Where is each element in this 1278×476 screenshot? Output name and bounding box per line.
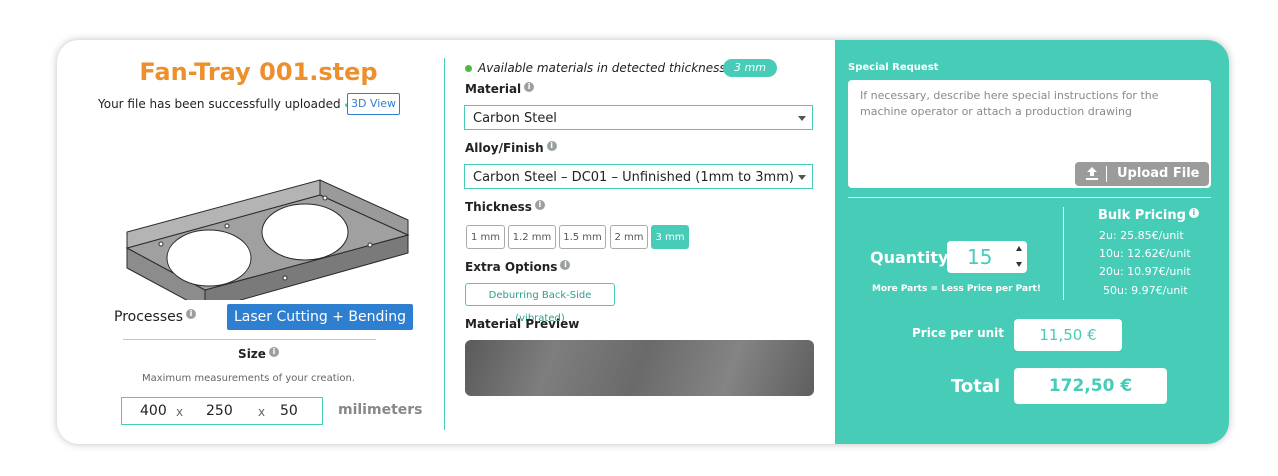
mount-hole (158, 241, 164, 247)
quantity-label: Quantity (870, 248, 949, 267)
bulk-tier: 10u: 12.62€/unit (1099, 247, 1191, 260)
unit-label: milimeters (338, 402, 423, 418)
quantity-stepper[interactable]: 15 (947, 241, 1027, 273)
info-icon[interactable]: i (268, 347, 279, 357)
special-request-placeholder: If necessary, describe here special inst… (860, 89, 1159, 118)
process-button[interactable]: Laser Cutting + Bending (227, 304, 413, 330)
thickness-label-wrap: Thickness i (465, 200, 545, 214)
configurator-card: Fan-Tray 001.step Your file has been suc… (57, 40, 1229, 444)
thickness-option[interactable]: 1.2 mm (508, 225, 556, 249)
size-label: Size (238, 347, 266, 361)
mount-hole (224, 223, 230, 229)
file-title: Fan-Tray 001.step (139, 58, 378, 86)
fan-hole-right (261, 203, 349, 261)
material-label: Material (465, 82, 522, 96)
mount-hole (282, 275, 288, 281)
upload-file-button[interactable]: Upload File (1075, 162, 1209, 186)
fan-hole-left (166, 229, 252, 287)
dropdown-caret-icon (798, 175, 806, 180)
info-icon[interactable]: i (1188, 208, 1199, 218)
deburring-option-button[interactable]: Deburring Back-Side (vibrated) (465, 283, 615, 324)
material-preview-image (465, 340, 814, 396)
thickness-option[interactable]: 1 mm (466, 225, 505, 249)
size-x-value[interactable]: 400 (140, 403, 167, 419)
3d-view-button[interactable]: 3D View (347, 93, 400, 115)
upload-status-text: Your file has been successfully uploaded (98, 97, 341, 111)
special-request-label: Special Request (848, 62, 939, 73)
part-3d-preview[interactable] (115, 120, 415, 300)
divider (123, 339, 376, 340)
extra-label-wrap: Extra Options i (465, 260, 571, 274)
price-per-unit-value: 11,50 € (1014, 319, 1122, 351)
alloy-label: Alloy/Finish (465, 141, 544, 155)
size-subtitle: Maximum measurements of your creation. (141, 373, 356, 384)
size-z-value[interactable]: 50 (280, 403, 298, 419)
total-value: 172,50 € (1014, 368, 1167, 404)
mount-hole (322, 195, 328, 201)
size-heading: Size i (57, 347, 460, 361)
price-per-unit-label: Price per unit (912, 326, 1005, 340)
alloy-select[interactable]: Carbon Steel – DC01 – Unfinished (1mm to… (464, 164, 813, 189)
more-parts-note: More Parts = Less Price per Part! (872, 284, 1041, 294)
material-select[interactable]: Carbon Steel (464, 105, 813, 130)
available-text: Available materials in detected thicknes… (478, 61, 742, 75)
dimension-separator: x (176, 405, 184, 419)
material-label-wrap: Material i (465, 82, 535, 96)
dimension-separator: x (258, 405, 266, 419)
bulk-pricing-title-wrap: Bulk Pricing i (1098, 208, 1199, 223)
mount-hole (367, 242, 373, 248)
thickness-option[interactable]: 2 mm (610, 225, 648, 249)
bulk-tier: 20u: 10.97€/unit (1099, 265, 1191, 278)
bulk-pricing-title: Bulk Pricing (1098, 208, 1186, 223)
processes-label-wrap: Processes i (114, 309, 197, 325)
size-y-value[interactable]: 250 (206, 403, 233, 419)
extra-options-label: Extra Options (465, 260, 558, 274)
alloy-label-wrap: Alloy/Finish i (465, 141, 557, 155)
alloy-select-value: Carbon Steel – DC01 – Unfinished (1mm to… (473, 170, 794, 185)
bulk-tier: 2u: 25.85€/unit (1099, 229, 1184, 242)
total-label: Total (951, 376, 1001, 397)
detected-thickness-badge: 3 mm (723, 59, 777, 77)
spinner-down-icon[interactable] (1016, 262, 1022, 267)
status-dot-icon (465, 65, 472, 72)
thickness-label: Thickness (465, 200, 532, 214)
info-icon[interactable]: i (186, 309, 197, 319)
processes-label: Processes (114, 309, 184, 325)
info-icon[interactable]: i (534, 200, 545, 210)
dimensions-box: 400 x 250 x 50 (121, 397, 323, 425)
info-icon[interactable]: i (560, 260, 571, 270)
material-select-value: Carbon Steel (473, 111, 557, 126)
upload-file-label: Upload File (1117, 166, 1200, 181)
quantity-value[interactable]: 15 (967, 245, 992, 269)
thickness-option[interactable]: 1.5 mm (559, 225, 606, 249)
panel-vertical-divider (1063, 207, 1064, 300)
button-divider (1106, 166, 1107, 182)
thickness-option-selected[interactable]: 3 mm (651, 225, 689, 249)
material-preview-label: Material Preview (465, 317, 580, 331)
dropdown-caret-icon (798, 116, 806, 121)
upload-status: Your file has been successfully uploaded… (98, 97, 354, 111)
available-materials-note: Available materials in detected thicknes… (465, 61, 741, 75)
upload-icon (1086, 167, 1098, 180)
info-icon[interactable]: i (524, 82, 535, 92)
column-divider (444, 58, 445, 430)
panel-divider (848, 197, 1211, 198)
spinner-up-icon[interactable] (1016, 246, 1022, 251)
info-icon[interactable]: i (546, 141, 557, 151)
bulk-tier: 50u: 9.97€/unit (1103, 284, 1188, 297)
